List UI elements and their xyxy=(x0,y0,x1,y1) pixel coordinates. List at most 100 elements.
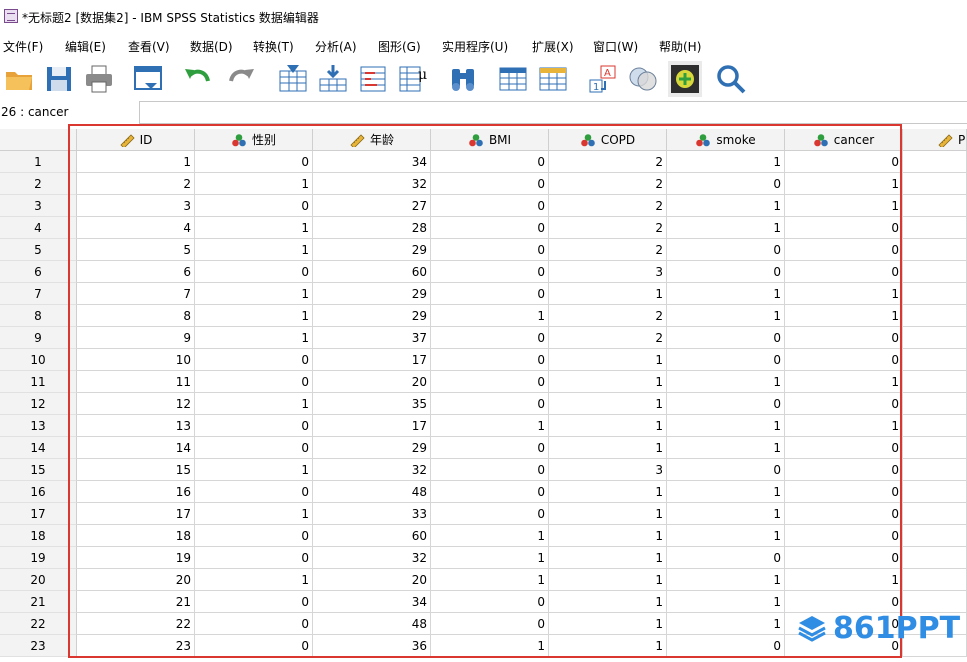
row-header[interactable]: 12 xyxy=(0,393,77,415)
data-cell[interactable]: 1 xyxy=(549,547,667,569)
data-cell[interactable]: 0 xyxy=(431,195,549,217)
data-cell[interactable]: 1 xyxy=(667,525,785,547)
data-cell[interactable]: 1 xyxy=(549,591,667,613)
variables-icon[interactable] xyxy=(356,61,390,97)
data-cell[interactable]: 1 xyxy=(667,283,785,305)
data-cell[interactable] xyxy=(903,327,967,349)
data-cell[interactable]: 0 xyxy=(667,635,785,657)
data-cell[interactable]: 1 xyxy=(195,217,313,239)
data-cell[interactable]: 5 xyxy=(77,239,195,261)
data-cell[interactable]: 13 xyxy=(77,415,195,437)
column-header[interactable]: smoke xyxy=(667,129,785,151)
row-header[interactable]: 11 xyxy=(0,371,77,393)
data-cell[interactable]: 1 xyxy=(549,415,667,437)
data-cell[interactable] xyxy=(903,525,967,547)
find-icon[interactable] xyxy=(446,61,480,97)
data-cell[interactable]: 29 xyxy=(313,437,431,459)
goto-case-icon[interactable] xyxy=(276,61,310,97)
data-cell[interactable]: 32 xyxy=(313,459,431,481)
data-cell[interactable]: 36 xyxy=(313,635,431,657)
data-cell[interactable] xyxy=(903,305,967,327)
data-cell[interactable]: 0 xyxy=(195,261,313,283)
column-header[interactable]: cancer xyxy=(785,129,903,151)
data-cell[interactable]: 1 xyxy=(785,305,903,327)
data-cell[interactable]: 2 xyxy=(549,173,667,195)
row-header[interactable]: 19 xyxy=(0,547,77,569)
data-cell[interactable]: 6 xyxy=(77,261,195,283)
data-cell[interactable] xyxy=(903,481,967,503)
menu-edit[interactable]: 编辑(E) xyxy=(65,38,106,55)
data-cell[interactable]: 1 xyxy=(431,415,549,437)
data-cell[interactable]: 0 xyxy=(431,503,549,525)
menu-graphs[interactable]: 图形(G) xyxy=(378,38,421,55)
data-cell[interactable] xyxy=(903,239,967,261)
data-cell[interactable]: 1 xyxy=(431,305,549,327)
data-cell[interactable]: 1 xyxy=(785,195,903,217)
row-header[interactable]: 6 xyxy=(0,261,77,283)
data-cell[interactable] xyxy=(903,151,967,173)
data-cell[interactable]: 2 xyxy=(549,217,667,239)
data-cell[interactable]: 0 xyxy=(195,151,313,173)
redo-icon[interactable] xyxy=(224,61,258,97)
row-header[interactable]: 1 xyxy=(0,151,77,173)
data-cell[interactable]: 23 xyxy=(77,635,195,657)
row-header[interactable]: 2 xyxy=(0,173,77,195)
data-cell[interactable]: 0 xyxy=(667,173,785,195)
print-icon[interactable] xyxy=(82,61,116,97)
data-cell[interactable]: 0 xyxy=(785,239,903,261)
menu-analyze[interactable]: 分析(A) xyxy=(315,38,357,55)
data-cell[interactable]: 16 xyxy=(77,481,195,503)
menu-extensions[interactable]: 扩展(X) xyxy=(532,38,574,55)
data-cell[interactable]: 48 xyxy=(313,613,431,635)
data-cell[interactable]: 1 xyxy=(667,437,785,459)
data-cell[interactable] xyxy=(903,547,967,569)
data-cell[interactable]: 1 xyxy=(549,437,667,459)
data-cell[interactable]: 1 xyxy=(785,371,903,393)
data-cell[interactable]: 29 xyxy=(313,283,431,305)
data-cell[interactable]: 0 xyxy=(667,261,785,283)
data-cell[interactable]: 7 xyxy=(77,283,195,305)
menu-help[interactable]: 帮助(H) xyxy=(659,38,701,55)
data-cell[interactable] xyxy=(903,393,967,415)
weight-cases-icon[interactable] xyxy=(626,61,660,97)
data-cell[interactable]: 0 xyxy=(431,393,549,415)
data-cell[interactable]: 1 xyxy=(431,547,549,569)
save-icon[interactable] xyxy=(42,61,76,97)
menu-utilities[interactable]: 实用程序(U) xyxy=(442,38,508,55)
insert-cases-icon[interactable] xyxy=(496,61,530,97)
data-cell[interactable]: 1 xyxy=(667,481,785,503)
data-cell[interactable] xyxy=(903,503,967,525)
data-cell[interactable]: 0 xyxy=(785,349,903,371)
data-cell[interactable]: 48 xyxy=(313,481,431,503)
data-cell[interactable]: 8 xyxy=(77,305,195,327)
menu-data[interactable]: 数据(D) xyxy=(190,38,233,55)
data-cell[interactable]: 1 xyxy=(667,503,785,525)
menu-file[interactable]: 文件(F) xyxy=(3,38,43,55)
data-cell[interactable]: 15 xyxy=(77,459,195,481)
data-cell[interactable]: 0 xyxy=(785,481,903,503)
data-cell[interactable] xyxy=(903,349,967,371)
data-cell[interactable]: 1 xyxy=(785,415,903,437)
data-cell[interactable]: 0 xyxy=(667,239,785,261)
data-cell[interactable]: 1 xyxy=(785,283,903,305)
data-cell[interactable]: 0 xyxy=(195,371,313,393)
row-header[interactable]: 20 xyxy=(0,569,77,591)
data-cell[interactable]: 1 xyxy=(549,283,667,305)
data-cell[interactable]: 18 xyxy=(77,525,195,547)
data-cell[interactable]: 14 xyxy=(77,437,195,459)
row-header[interactable]: 7 xyxy=(0,283,77,305)
data-cell[interactable]: 0 xyxy=(195,591,313,613)
row-header[interactable]: 13 xyxy=(0,415,77,437)
data-cell[interactable]: 1 xyxy=(195,239,313,261)
data-cell[interactable]: 17 xyxy=(313,349,431,371)
data-cell[interactable]: 0 xyxy=(667,393,785,415)
data-cell[interactable]: 1 xyxy=(549,569,667,591)
data-cell[interactable]: 0 xyxy=(431,437,549,459)
data-cell[interactable]: 0 xyxy=(195,635,313,657)
data-cell[interactable]: 34 xyxy=(313,151,431,173)
data-cell[interactable]: 12 xyxy=(77,393,195,415)
data-cell[interactable]: 0 xyxy=(431,613,549,635)
data-cell[interactable]: 29 xyxy=(313,305,431,327)
data-cell[interactable]: 0 xyxy=(195,195,313,217)
data-cell[interactable] xyxy=(903,217,967,239)
